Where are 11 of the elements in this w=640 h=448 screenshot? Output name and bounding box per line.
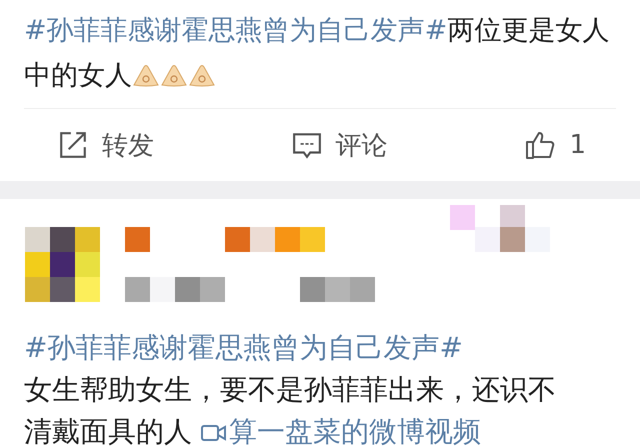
comment-icon bbox=[292, 130, 322, 160]
comment-text: 女生帮助女生，要不是孙菲菲出来，还识不清戴面具的人 算一盘菜的微博视频 bbox=[24, 372, 557, 448]
action-button[interactable]: 评论 bbox=[292, 128, 388, 162]
post-text: #孙菲菲感谢霍思燕曾为自己发声#两位更是女人中的女人 bbox=[24, 14, 610, 93]
share-icon bbox=[58, 130, 88, 160]
thumbs-up-icon bbox=[525, 130, 556, 160]
action-button[interactable]: 转发 bbox=[58, 128, 154, 162]
topic-link[interactable]: #孙菲菲感谢霍思燕曾为自己发声# bbox=[24, 327, 616, 369]
video-link[interactable]: 算一盘菜的微博视频 bbox=[200, 415, 481, 448]
video-icon bbox=[200, 423, 227, 443]
action-button[interactable]: 1 bbox=[525, 130, 586, 160]
